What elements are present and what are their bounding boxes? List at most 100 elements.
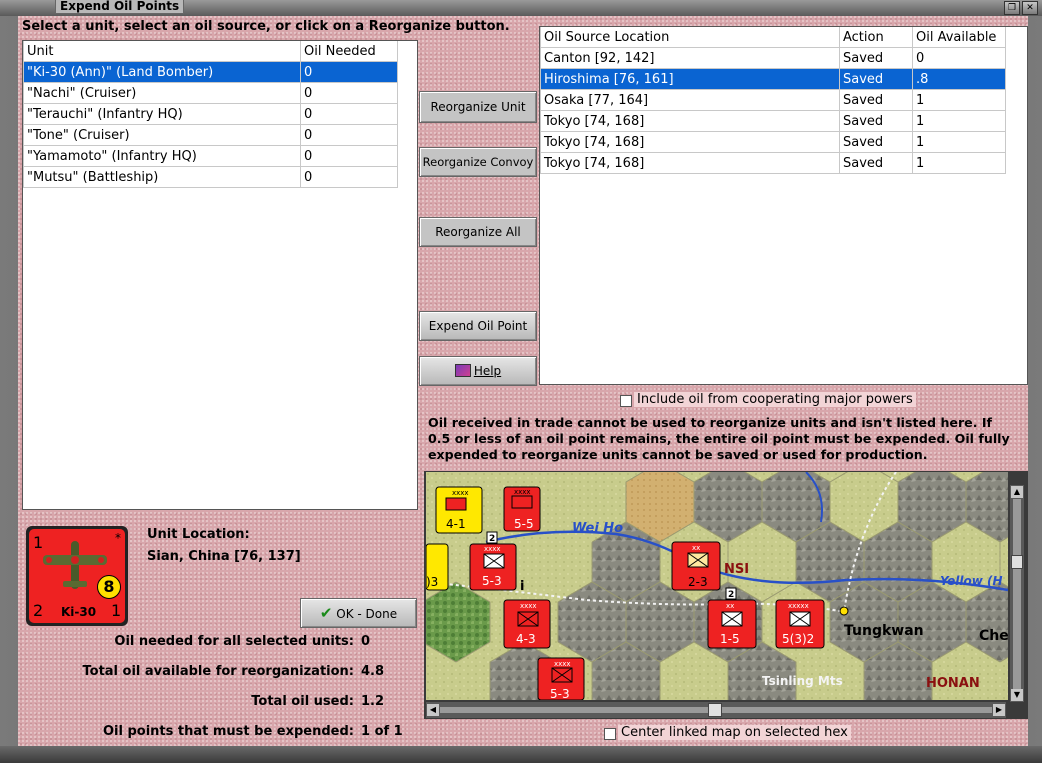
source-location[interactable]: Hiroshima [76, 161] [540,68,840,90]
stack-badge: 2 [725,587,737,600]
expend-oil-point-button[interactable]: Expend Oil Point [419,311,537,341]
source-action[interactable]: Saved [839,131,913,153]
oil-needed[interactable]: 0 [300,124,398,146]
map-counter[interactable]: xxxx 5-5 [503,486,541,532]
title-bar[interactable]: Expend Oil Points ❐ ✕ [0,0,1042,16]
map-label-yellow: Yellow (H [940,574,1003,588]
table-row[interactable]: Tokyo [74, 168] Saved 1 [540,152,1006,174]
source-action[interactable]: Saved [839,47,913,69]
source-action[interactable]: Saved [839,110,913,132]
source-location[interactable]: Tokyo [74, 168] [540,110,840,132]
summary-label: Oil needed for all selected units: [114,634,354,649]
column-header-action[interactable]: Action [839,27,913,48]
source-location[interactable]: Tokyo [74, 168] [540,152,840,174]
map-counter[interactable]: xxxxx 5(3)2 [775,599,825,649]
unit-name[interactable]: "Ki-30 (Ann)" (Land Bomber) [23,61,301,83]
map-label-fragment: i [520,579,524,594]
reorganize-convoy-button[interactable]: Reorganize Convoy [419,147,537,177]
source-available[interactable]: 1 [912,89,1006,111]
svg-text:2: 2 [728,590,734,600]
svg-text:2-3: 2-3 [688,575,708,589]
map-counter[interactable]: )3 [426,543,449,591]
table-row[interactable]: Tokyo [74, 168] Saved 1 [540,131,1006,153]
map-counter[interactable]: xx 2-3 [671,541,721,591]
source-location[interactable]: Tokyo [74, 168] [540,131,840,153]
table-row[interactable]: "Nachi" (Cruiser) 0 [23,82,398,104]
scroll-down-icon[interactable]: ▼ [1011,689,1023,701]
scroll-left-icon[interactable]: ◀ [427,704,439,716]
column-header-oil-available[interactable]: Oil Available [912,27,1006,48]
column-header-oil-needed[interactable]: Oil Needed [300,41,398,62]
scroll-right-icon[interactable]: ▶ [993,704,1005,716]
oil-sources-list[interactable]: Oil Source Location Action Oil Available… [539,26,1028,385]
column-header-unit[interactable]: Unit [23,41,301,62]
column-header-location[interactable]: Oil Source Location [540,27,840,48]
table-row[interactable]: "Ki-30 (Ann)" (Land Bomber) 0 [23,61,398,83]
svg-text:4-1: 4-1 [446,517,466,531]
table-row[interactable]: "Yamamoto" (Infantry HQ) 0 [23,145,398,167]
table-row[interactable]: "Terauchi" (Infantry HQ) 0 [23,103,398,125]
oil-needed[interactable]: 0 [300,103,398,125]
scroll-up-icon[interactable]: ▲ [1011,486,1023,498]
svg-text:5-5: 5-5 [514,517,534,531]
unit-name[interactable]: "Tone" (Cruiser) [23,124,301,146]
table-row[interactable]: Tokyo [74, 168] Saved 1 [540,110,1006,132]
unit-name[interactable]: "Nachi" (Cruiser) [23,82,301,104]
table-row[interactable]: Hiroshima [76, 161] Saved .8 [540,68,1006,90]
source-available[interactable]: 0 [912,47,1006,69]
book-icon [454,364,471,377]
source-location[interactable]: Osaka [77, 164] [540,89,840,111]
counter-bottom-left: 2 [33,601,44,620]
map-counter[interactable]: xxxx 5-3 [469,543,517,591]
source-action[interactable]: Saved [839,152,913,174]
source-location[interactable]: Canton [92, 142] [540,47,840,69]
source-available[interactable]: 1 [912,152,1006,174]
scroll-thumb[interactable] [708,703,722,717]
map-horizontal-scrollbar[interactable]: ◀ ▶ [426,702,1006,718]
table-row[interactable]: Canton [92, 142] Saved 0 [540,47,1006,69]
table-row[interactable]: "Tone" (Cruiser) 0 [23,124,398,146]
svg-text:2: 2 [489,534,495,544]
linked-map[interactable]: Wei Ho NSI Yellow (H Tungkwan Che Tsinli… [426,472,1008,700]
map-counter[interactable]: xxxx 4-3 [503,599,551,649]
include-coop-label[interactable]: Include oil from cooperating major power… [634,392,916,407]
close-icon[interactable]: ✕ [1022,1,1038,15]
map-counter[interactable]: xxxx 4-1 [435,486,483,534]
oil-needed[interactable]: 0 [300,166,398,188]
oil-needed[interactable]: 0 [300,61,398,83]
summary-value: 0 [361,634,371,649]
map-label-tsinling: Tsinling Mts [762,674,843,688]
oil-needed[interactable]: 0 [300,82,398,104]
svg-text:5(3)2: 5(3)2 [782,632,814,646]
svg-text:xx: xx [692,544,700,552]
scroll-track[interactable] [1013,499,1021,689]
unit-name[interactable]: "Terauchi" (Infantry HQ) [23,103,301,125]
table-row[interactable]: "Mutsu" (Battleship) 0 [23,166,398,188]
center-map-label[interactable]: Center linked map on selected hex [618,725,851,740]
source-action[interactable]: Saved [839,68,913,90]
help-label: Help [473,364,502,378]
table-row[interactable]: Osaka [77, 164] Saved 1 [540,89,1006,111]
help-button[interactable]: Help [419,356,537,386]
source-available[interactable]: .8 [912,68,1006,90]
unit-name[interactable]: "Mutsu" (Battleship) [23,166,301,188]
reorganize-all-button[interactable]: Reorganize All [419,217,537,247]
source-action[interactable]: Saved [839,89,913,111]
map-counter[interactable]: xx 1-5 [707,599,757,649]
restore-icon[interactable]: ❐ [1004,1,1020,15]
unit-name[interactable]: "Yamamoto" (Infantry HQ) [23,145,301,167]
source-available[interactable]: 1 [912,110,1006,132]
source-available[interactable]: 1 [912,131,1006,153]
oil-needed[interactable]: 0 [300,145,398,167]
scroll-thumb[interactable] [1011,555,1023,569]
include-coop-checkbox[interactable] [620,395,632,407]
trade-note: Oil received in trade cannot be used to … [428,415,1010,462]
reorganize-unit-button[interactable]: Reorganize Unit [419,91,537,123]
map-vertical-scrollbar[interactable]: ▲ ▼ [1010,485,1024,702]
units-list[interactable]: Unit Oil Needed "Ki-30 (Ann)" (Land Bomb… [22,40,418,510]
svg-text:5-3: 5-3 [550,687,570,700]
ok-done-label: OK - Done [336,607,398,621]
map-counter[interactable]: xxxx 5-3 [537,657,585,700]
ok-done-button[interactable]: ✔ OK - Done [300,598,417,628]
center-map-checkbox[interactable] [604,728,616,740]
